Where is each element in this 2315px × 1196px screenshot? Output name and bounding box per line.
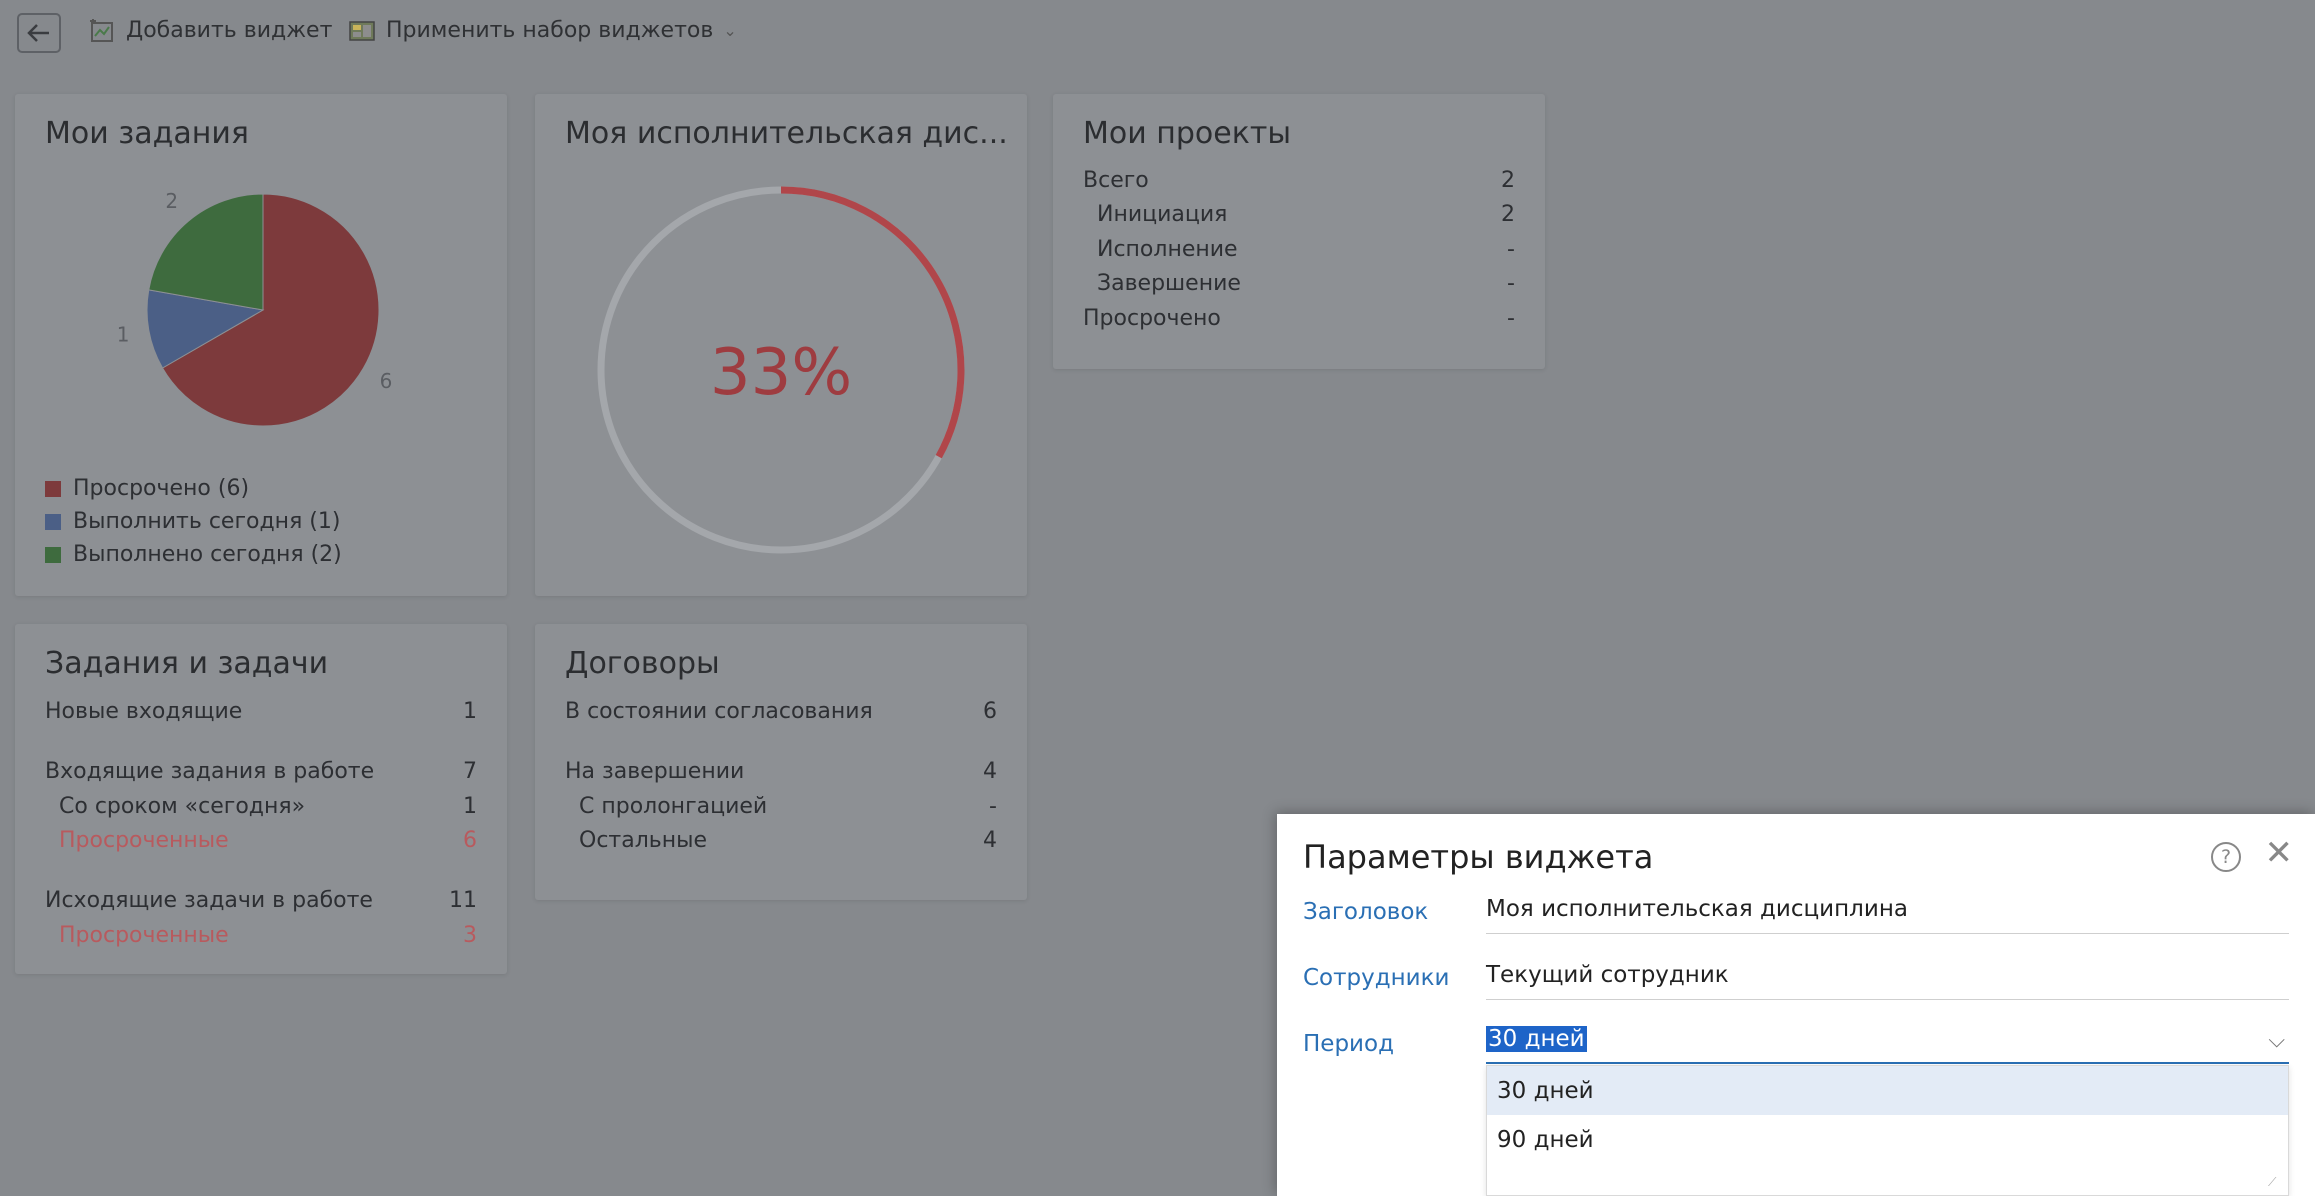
- legend-swatch: [45, 513, 61, 530]
- row-value: 11: [449, 888, 477, 913]
- legend-item-today: Выполнить сегодня (1): [45, 509, 340, 534]
- row-label: Просроченные: [59, 923, 229, 948]
- title-field-label: Заголовок: [1303, 899, 1429, 925]
- title-field[interactable]: Моя исполнительская дисциплина: [1486, 890, 2289, 934]
- row-value: 7: [463, 759, 477, 784]
- contracts-row-prolongation[interactable]: С пролонгацией -: [565, 794, 997, 819]
- chevron-down-icon[interactable]: ⌵: [2268, 1028, 2285, 1053]
- row-label: Исполнение: [1097, 237, 1238, 262]
- legend-item-overdue: Просрочено (6): [45, 476, 249, 501]
- widget-title: Мои проекты: [1083, 116, 1292, 151]
- row-label: Входящие задания в работе: [45, 759, 375, 784]
- legend-label: Выполнено сегодня (2): [73, 542, 342, 567]
- widget-parameters-dialog: Параметры виджета ? ✕ Заголовок Моя испо…: [1277, 814, 2315, 1196]
- period-field-label: Период: [1303, 1031, 1394, 1057]
- row-value: 3: [463, 923, 477, 948]
- row-label: В состоянии согласования: [565, 699, 873, 724]
- period-option-30[interactable]: 30 дней: [1487, 1066, 2288, 1115]
- pie-value-label: 2: [165, 189, 178, 213]
- add-widget-button[interactable]: Добавить виджет: [88, 18, 332, 43]
- pie-value-label: 1: [117, 323, 130, 347]
- tasks-row-due-today[interactable]: Со сроком «сегодня» 1: [45, 794, 477, 819]
- tasks-row-incoming-in-work[interactable]: Входящие задания в работе 7: [45, 759, 477, 784]
- legend-item-done: Выполнено сегодня (2): [45, 542, 342, 567]
- widget-my-projects[interactable]: Мои проекты Всего 2 Инициация 2 Исполнен…: [1053, 94, 1545, 369]
- project-row-initiation: Инициация 2: [1083, 202, 1515, 227]
- row-value: 2: [1501, 168, 1515, 193]
- close-icon[interactable]: ✕: [2265, 836, 2294, 870]
- period-dropdown: 30 дней 90 дней ⟋: [1486, 1065, 2289, 1196]
- arrow-left-icon: [27, 24, 49, 42]
- row-label: Просрочено: [1083, 306, 1221, 331]
- period-option-90[interactable]: 90 дней: [1487, 1115, 2288, 1164]
- contracts-row-other[interactable]: Остальные 4: [565, 828, 997, 853]
- row-label: Просроченные: [59, 828, 229, 853]
- widget-set-icon: [349, 20, 375, 41]
- row-value: -: [989, 794, 997, 819]
- row-label: Инициация: [1097, 202, 1228, 227]
- row-label: Всего: [1083, 168, 1149, 193]
- employees-field-label: Сотрудники: [1303, 965, 1450, 991]
- project-row-total: Всего 2: [1083, 168, 1515, 193]
- resize-grip-icon[interactable]: ⟋: [2268, 1175, 2282, 1189]
- apply-widget-set-label: Применить набор виджетов: [386, 18, 714, 43]
- row-value: 1: [463, 794, 477, 819]
- widget-tasks-and-jobs[interactable]: Задания и задачи Новые входящие 1 Входящ…: [15, 624, 507, 974]
- row-label: Новые входящие: [45, 699, 243, 724]
- row-value: 2: [1501, 202, 1515, 227]
- project-row-execution: Исполнение -: [1083, 237, 1515, 262]
- tasks-row-incoming-overdue[interactable]: Просроченные 6: [45, 828, 477, 853]
- dialog-title: Параметры виджета: [1303, 838, 1654, 876]
- row-label: Со сроком «сегодня»: [59, 794, 306, 819]
- widget-my-tasks[interactable]: Мои задания 612 Просрочено (6) Выполнить…: [15, 94, 507, 596]
- tasks-row-new-incoming[interactable]: Новые входящие 1: [45, 699, 477, 724]
- chevron-down-icon: ⌄: [723, 21, 737, 40]
- row-label: На завершении: [565, 759, 745, 784]
- row-label: С пролонгацией: [579, 794, 768, 819]
- row-value: 4: [983, 759, 997, 784]
- row-label: Исходящие задачи в работе: [45, 888, 373, 913]
- widget-title: Договоры: [565, 646, 720, 681]
- ring-progress-arc: [780, 186, 965, 459]
- tasks-row-outgoing-in-work[interactable]: Исходящие задачи в работе 11: [45, 888, 477, 913]
- row-value: 4: [983, 828, 997, 853]
- row-value: -: [1507, 306, 1515, 331]
- project-row-overdue: Просрочено -: [1083, 306, 1515, 331]
- toolbar: Добавить виджет Применить набор виджетов…: [0, 0, 2315, 68]
- widget-discipline[interactable]: Моя исполнительская дис... 33%: [535, 94, 1027, 596]
- period-select[interactable]: 30 дней ⌵: [1486, 1020, 2289, 1064]
- apply-widget-set-button[interactable]: Применить набор виджетов ⌄: [348, 18, 737, 43]
- row-value: 1: [463, 699, 477, 724]
- row-value: -: [1507, 237, 1515, 262]
- add-widget-icon: [90, 18, 113, 42]
- contracts-row-completing[interactable]: На завершении 4: [565, 759, 997, 784]
- legend-swatch: [45, 546, 61, 563]
- discipline-percent: 33%: [709, 336, 853, 410]
- legend-label: Выполнить сегодня (1): [73, 509, 341, 534]
- pie-value-label: 6: [380, 369, 393, 393]
- employees-field[interactable]: Текущий сотрудник: [1486, 956, 2289, 1000]
- project-row-completion: Завершение -: [1083, 271, 1515, 296]
- add-widget-label: Добавить виджет: [126, 18, 333, 43]
- row-value: 6: [463, 828, 477, 853]
- legend-label: Просрочено (6): [73, 476, 250, 501]
- row-label: Завершение: [1097, 271, 1241, 296]
- row-value: 6: [983, 699, 997, 724]
- help-icon[interactable]: ?: [2211, 842, 2241, 872]
- tasks-row-outgoing-overdue[interactable]: Просроченные 3: [45, 923, 477, 948]
- period-selected-value: 30 дней: [1486, 1026, 1587, 1052]
- widget-contracts[interactable]: Договоры В состоянии согласования 6 На з…: [535, 624, 1027, 900]
- row-label: Остальные: [579, 828, 708, 853]
- back-button[interactable]: [17, 13, 61, 53]
- row-value: -: [1507, 271, 1515, 296]
- legend-swatch: [45, 480, 61, 497]
- contracts-row-approval[interactable]: В состоянии согласования 6: [565, 699, 997, 724]
- widget-title: Задания и задачи: [45, 646, 329, 681]
